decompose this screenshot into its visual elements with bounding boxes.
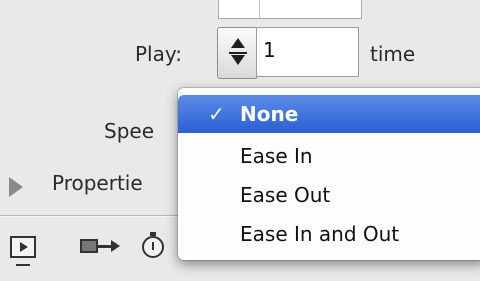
timer-icon[interactable] [140, 232, 170, 262]
menu-item-label: Ease Out [240, 183, 331, 207]
top-partial-field[interactable] [218, 0, 362, 19]
stepper-down-icon[interactable] [231, 55, 245, 65]
stepper-divider [229, 52, 247, 54]
checkmark-icon: ✓ [208, 102, 225, 126]
play-count-input[interactable]: 1 [256, 27, 359, 77]
play-label: Play: [135, 42, 182, 66]
menu-item-ease-out[interactable]: Ease Out [178, 176, 480, 214]
arrow-line [98, 245, 112, 248]
timer-hand [152, 242, 154, 250]
menu-item-label: None [240, 102, 299, 126]
field-separator [259, 0, 260, 18]
play-stepper[interactable] [217, 27, 258, 79]
speed-dropdown-menu: ✓ None Ease In Ease Out Ease In and Out [178, 88, 480, 260]
menu-item-none[interactable]: ✓ None [178, 95, 480, 133]
menu-item-label: Ease In [240, 144, 313, 168]
speed-label: Spee [104, 119, 154, 143]
properties-label[interactable]: Propertie [52, 171, 143, 195]
menu-item-label: Ease In and Out [240, 222, 400, 246]
properties-disclosure-icon[interactable] [9, 177, 23, 197]
screen-play-icon[interactable] [10, 236, 36, 266]
arrow-box [80, 239, 98, 253]
move-arrow-icon[interactable] [80, 236, 122, 258]
menu-item-ease-in-and-out[interactable]: Ease In and Out [178, 215, 480, 253]
inspector-panel: Play: 1 time Spee Propertie ✓ None Ease … [0, 0, 480, 281]
time-label: time [370, 42, 416, 66]
menu-item-ease-in[interactable]: Ease In [178, 137, 480, 175]
stepper-up-icon[interactable] [231, 38, 245, 48]
arrow-head [111, 240, 120, 252]
